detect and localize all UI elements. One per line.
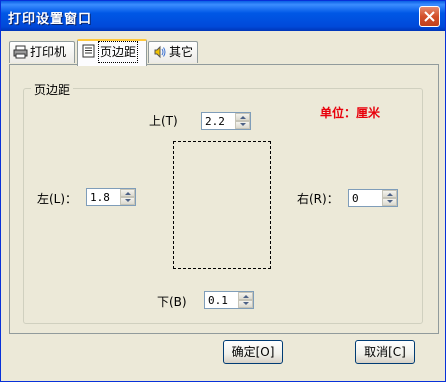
top-margin-spinner[interactable] — [201, 112, 251, 130]
left-margin-input[interactable] — [87, 189, 121, 205]
bottom-margin-input[interactable] — [205, 292, 239, 308]
ok-button[interactable]: 确定[O] — [223, 340, 283, 364]
arrow-up-icon — [125, 192, 131, 195]
right-margin-down-button[interactable] — [382, 198, 397, 206]
tab-other-label: 其它 — [169, 45, 194, 59]
right-margin-input[interactable] — [349, 190, 383, 206]
cancel-button[interactable]: 取消[C] — [355, 340, 415, 364]
bottom-margin-spinner[interactable] — [204, 291, 254, 309]
print-settings-window: 打印设置窗口 打印机 页边距 其它 页边距 单位：厘米 上(T) 2.2 左(L… — [0, 0, 446, 382]
right-margin-label: 右(R)： — [297, 192, 339, 206]
arrow-down-icon — [125, 199, 131, 202]
left-margin-up-button[interactable] — [120, 189, 135, 197]
left-margin-spinner[interactable] — [86, 188, 136, 206]
bottom-margin-up-button[interactable] — [238, 292, 253, 300]
arrow-down-icon — [243, 302, 249, 305]
tab-margins-label: 页边距 — [98, 41, 139, 63]
tab-margins[interactable]: 页边距 — [77, 39, 147, 66]
close-icon — [424, 11, 435, 22]
tab-printer[interactable]: 打印机 — [9, 41, 75, 63]
left-margin-down-button[interactable] — [120, 197, 135, 205]
groupbox-label: 页边距 — [31, 81, 74, 98]
top-margin-down-button[interactable] — [235, 121, 250, 129]
left-margin-label: 左(L)： — [37, 192, 78, 206]
close-button[interactable] — [419, 6, 440, 27]
arrow-down-icon — [387, 200, 393, 203]
top-margin-label: 上(T) — [149, 114, 178, 128]
title-bar[interactable]: 打印设置窗口 — [1, 1, 445, 31]
right-margin-spinner[interactable] — [348, 189, 398, 207]
bottom-margin-label: 下(B) — [157, 295, 187, 309]
tab-other[interactable]: 其它 — [148, 41, 198, 63]
page-preview — [173, 141, 271, 269]
arrow-up-icon — [243, 295, 249, 298]
speaker-icon — [154, 45, 166, 59]
right-margin-up-button[interactable] — [382, 190, 397, 198]
top-margin-up-button[interactable] — [235, 113, 250, 121]
window-title: 打印设置窗口 — [8, 12, 93, 27]
bottom-margin-down-button[interactable] — [238, 300, 253, 308]
tab-strip: 打印机 页边距 其它 — [9, 39, 439, 66]
arrow-up-icon — [240, 116, 246, 119]
arrow-up-icon — [387, 193, 393, 196]
arrow-down-icon — [240, 123, 246, 126]
printer-icon — [13, 45, 28, 59]
unit-label: 单位：厘米 — [320, 106, 381, 120]
page-icon — [82, 44, 95, 58]
top-margin-input[interactable] — [202, 113, 236, 129]
tab-printer-label: 打印机 — [30, 45, 67, 59]
